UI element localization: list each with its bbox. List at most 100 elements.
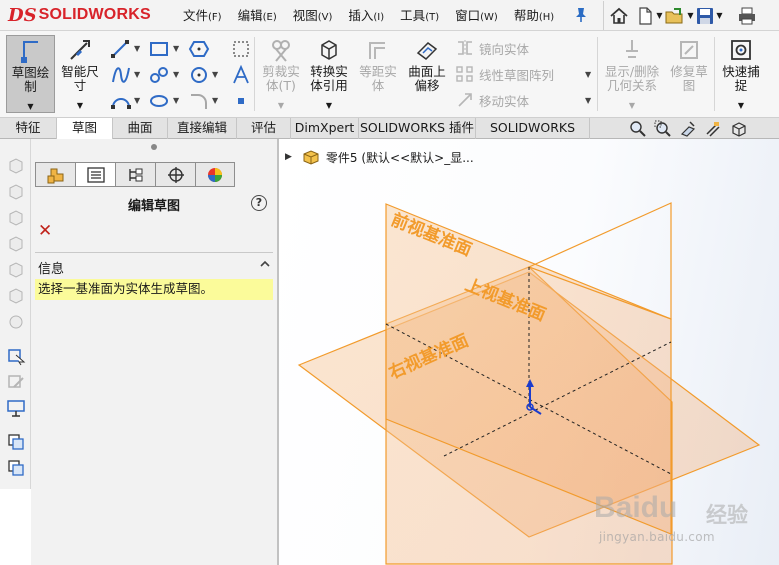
slot-tool-icon[interactable] [148,65,170,85]
offset-entities-button[interactable]: 等距实 体 [355,35,401,113]
ds-logo-mark: DS [8,4,37,26]
tab-evaluate[interactable]: 评估 [237,118,291,139]
pattern-dropdown-caret-icon[interactable]: ▼ [585,70,591,79]
menu-tools-key: (T) [425,12,440,23]
menu-help[interactable]: 帮助(H) [506,6,562,26]
pin-menu-icon[interactable] [574,7,588,23]
rectangle-tool-icon[interactable] [148,39,170,59]
tab-solidworks-mbd[interactable]: SOLIDWORKS MBD [476,118,590,155]
collapse-chevron-up-icon[interactable] [259,258,271,270]
sketch-label: 草图绘 制 [11,65,50,94]
convert-dropdown-caret-icon[interactable]: ▼ [306,99,352,113]
help-icon[interactable]: ? [251,195,267,211]
display-manager-tab[interactable] [195,162,235,187]
cancel-close-icon[interactable]: ✕ [38,221,52,241]
menu-view[interactable]: 视图(V) [285,6,341,26]
loft-feature-icon[interactable] [6,233,26,253]
line-tool-icon[interactable] [110,39,132,59]
property-manager-tab[interactable] [75,162,115,187]
rapid-snap-label: 快速捕 捉 [722,64,760,93]
previous-view-icon[interactable] [675,119,700,139]
spline-dropdown-caret-icon[interactable]: ▼ [134,70,140,79]
rectangle-dropdown-caret-icon[interactable]: ▼ [173,44,179,53]
circle-tool-icon[interactable] [188,65,210,85]
construction-geometry-icon[interactable] [230,39,252,59]
cut-feature-icon[interactable] [6,259,26,279]
ellipse-tool-icon[interactable] [148,91,170,111]
line-dropdown-caret-icon[interactable]: ▼ [134,44,140,53]
mirror-entities-button[interactable]: 镜向实体 [455,37,529,59]
new-dropdown-caret-icon[interactable]: ▼ [656,11,662,20]
tab-sketch[interactable]: 草图 [57,118,113,140]
circle-dropdown-caret-icon[interactable]: ▼ [212,70,218,79]
menu-edit[interactable]: 编辑(E) [230,6,285,26]
sweep-feature-icon[interactable] [6,207,26,227]
fillet-dropdown-caret-icon[interactable]: ▼ [212,96,218,105]
menu-tools-label: 工具 [400,8,426,23]
ellipse-dropdown-caret-icon[interactable]: ▼ [173,96,179,105]
dimxpert-manager-tab[interactable] [155,162,195,187]
zoom-to-fit-icon[interactable] [625,119,650,139]
print-icon[interactable] [732,3,762,29]
configuration-manager-tab[interactable] [115,162,155,187]
copy-entities-icon[interactable] [6,432,26,452]
sketch-dropdown-caret-icon[interactable]: ▼ [7,100,54,114]
display-relations-button[interactable]: 显示/删除 几何关系 ▼ [601,35,663,113]
open-dropdown-caret-icon[interactable]: ▼ [687,11,693,20]
polygon-tool-icon[interactable] [188,39,210,59]
save-dropdown-caret-icon[interactable]: ▼ [716,11,722,20]
tab-direct-editing[interactable]: 直接编辑 [168,118,237,139]
feature-manager-tab[interactable] [35,162,75,187]
smart-dimension-button[interactable]: 智能尺 寸 ▼ [57,35,103,113]
view-orientation-icon[interactable] [725,119,750,139]
rapid-snap-button[interactable]: 快速捕 捉 ▼ [718,35,764,113]
convert-entities-button[interactable]: 转换实 体引用 ▼ [306,35,352,113]
slot-dropdown-caret-icon[interactable]: ▼ [173,70,179,79]
linear-pattern-icon [456,66,473,82]
menu-tools[interactable]: 工具(T) [392,6,447,26]
offset-on-surface-button[interactable]: 曲面上 偏移 [404,35,450,113]
save-icon[interactable]: ▼ [694,3,724,29]
trim-dropdown-caret-icon[interactable]: ▼ [258,99,304,113]
edit-sketch-icon[interactable] [6,372,26,392]
smart-dim-dropdown-caret-icon[interactable]: ▼ [57,99,103,113]
fillet-feature-icon[interactable] [6,285,26,305]
sketch-button[interactable]: 草图绘 制 ▼ [6,35,55,113]
tab-surfaces[interactable]: 曲面 [113,118,168,139]
tab-solidworks-addins[interactable]: SOLIDWORKS 插件 [359,118,476,139]
paste-entities-icon[interactable] [6,458,26,478]
trim-entities-button[interactable]: 剪裁实 体(T) ▼ [258,35,304,113]
open-folder-icon[interactable]: ▼ [664,3,694,29]
repair-sketch-button[interactable]: 修复草 图 [666,35,712,113]
relations-dropdown-caret-icon[interactable]: ▼ [601,99,663,113]
rapid-snap-dropdown-caret-icon[interactable]: ▼ [718,99,764,113]
tab-features[interactable]: 特征 [0,118,57,139]
zoom-to-area-icon[interactable] [650,119,675,139]
move-dropdown-caret-icon[interactable]: ▼ [585,96,591,105]
trim-icon [272,40,290,62]
extrude-feature-icon[interactable] [6,155,26,175]
display-relations-label: 显示/删除 几何关系 [604,64,660,93]
solidworks-logo[interactable]: DS SOLIDWORKS [8,3,158,27]
fillet-tool-icon[interactable] [188,91,210,111]
arc-tool-icon[interactable] [110,91,132,111]
message-section-header[interactable]: 信息 [38,258,64,277]
point-tool-icon[interactable] [230,91,252,111]
move-entities-button[interactable]: 移动实体 [455,89,529,111]
revolve-feature-icon[interactable] [6,181,26,201]
spline-tool-icon[interactable] [110,65,132,85]
menu-insert[interactable]: 插入(I) [340,6,392,26]
panel-grip-icon[interactable] [151,144,157,150]
tab-dimxpert[interactable]: DimXpert [291,118,359,139]
text-tool-icon[interactable] [230,65,252,85]
select-sketch-icon[interactable] [6,346,26,366]
linear-pattern-button[interactable]: 线性草图阵列 [455,63,554,85]
menu-file[interactable]: 文件(F) [175,6,230,26]
menu-window[interactable]: 窗口(W) [447,6,506,26]
arc-dropdown-caret-icon[interactable]: ▼ [134,96,140,105]
sketch-plane-icon[interactable] [6,398,26,418]
home-icon[interactable] [604,3,634,29]
shell-feature-icon[interactable] [6,311,26,331]
new-document-icon[interactable]: ▼ [634,3,664,29]
section-view-icon[interactable] [700,119,725,139]
